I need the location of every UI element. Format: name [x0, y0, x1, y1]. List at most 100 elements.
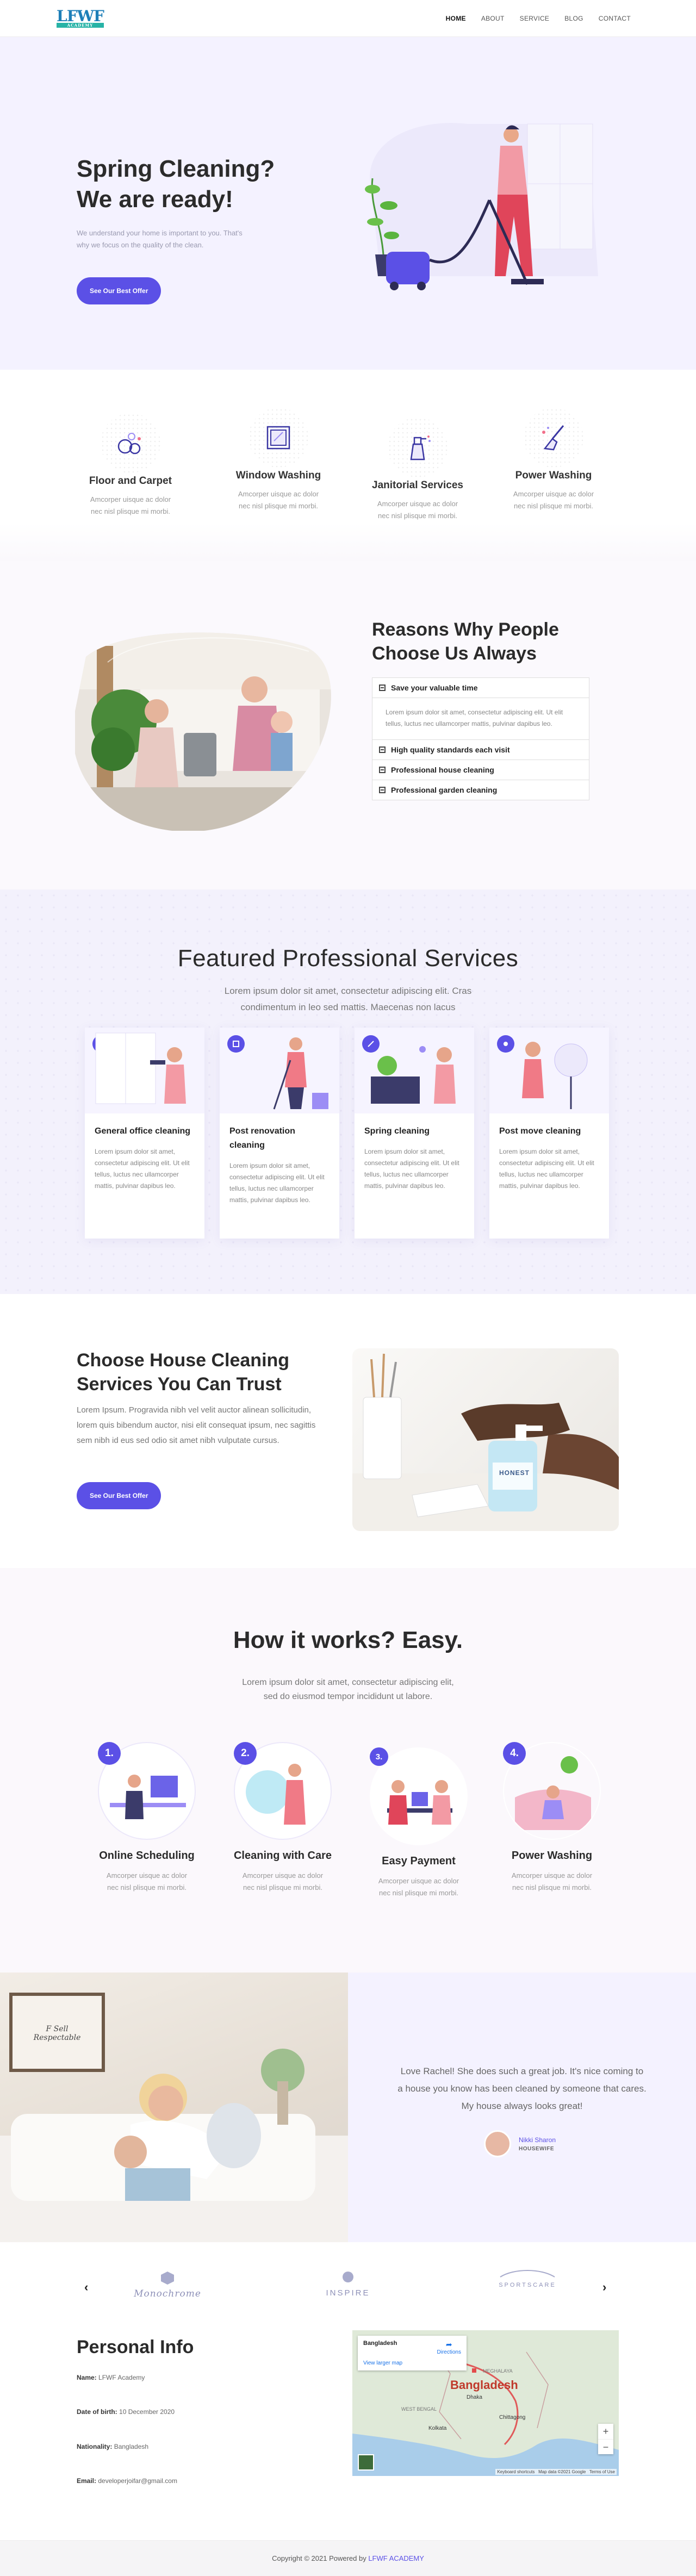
chevron-left-icon[interactable]: ‹ — [84, 2280, 88, 2294]
site-logo[interactable]: LFWF ACADEMY — [57, 9, 104, 28]
feature-card: Window Washing Amcorper uisque ac dolor … — [224, 408, 333, 512]
testimonial-photo: F Sell Respectable — [0, 1973, 348, 2242]
info-row: Name: LFWF Academy — [77, 2374, 145, 2381]
step-title: Cleaning with Care — [233, 1850, 332, 1862]
testimonial-section: F Sell Respectable Love Rachel! She does… — [0, 1973, 696, 2242]
service-card[interactable]: General office cleaning Lorem ipsum dolo… — [85, 1028, 204, 1239]
how-subtitle: Lorem ipsum dolor sit amet, consectetur … — [242, 1678, 454, 1701]
service-text: Lorem ipsum dolor sit amet, consectetur … — [364, 1148, 459, 1190]
broom-icon — [524, 408, 583, 468]
brands-section: ‹ Monochrome INSPIRE SPORTSCARE › — [0, 2242, 696, 2330]
step-number: 2. — [234, 1742, 257, 1765]
site-footer: Copyright © 2021 Powered by LFWF ACADEMY — [0, 2540, 696, 2576]
service-title: Post move cleaning — [499, 1127, 581, 1136]
services-subtitle: Lorem ipsum dolor sit amet, consectetur … — [224, 986, 472, 1012]
service-card[interactable]: Post move cleaning Lorem ipsum dolor sit… — [489, 1028, 609, 1239]
feature-card: Power Washing Amcorper uisque ac dolor n… — [499, 408, 608, 512]
how-step: 4. Power Washing Amcorper uisque ac dolo… — [489, 1742, 614, 1894]
map-city: Kolkata — [428, 2425, 447, 2431]
map-credits: Keyboard shortcuts Map data ©2021 Google… — [495, 2469, 617, 2475]
window-icon — [248, 408, 308, 468]
service-text: Lorem ipsum dolor sit amet, consectetur … — [499, 1148, 594, 1190]
hero-offer-button[interactable]: See Our Best Offer — [77, 277, 161, 304]
brand-name: INSPIRE — [326, 2288, 370, 2298]
accordion-header[interactable]: Professional house cleaning — [372, 760, 589, 780]
accordion-item[interactable]: Save your valuable time Lorem ipsum dolo… — [372, 677, 589, 740]
step-number: 4. — [503, 1742, 526, 1765]
nav-about[interactable]: ABOUT — [481, 15, 505, 22]
step-number: 1. — [98, 1742, 121, 1765]
feature-title: Power Washing — [515, 470, 592, 481]
testimonial-author: Nikki Sharon HOUSEWIFE — [484, 2130, 556, 2157]
author-role: HOUSEWIFE — [519, 2145, 555, 2152]
feature-card: Janitorial Services Amcorper uisque ac d… — [363, 418, 472, 522]
map-city: WEST BENGAL — [401, 2406, 437, 2412]
service-illustration — [85, 1028, 204, 1113]
map-directions[interactable]: ➦ Directions — [437, 2340, 461, 2355]
testimonial-quote: Love Rachel! She does such a great job. … — [397, 2066, 647, 2111]
accordion-header[interactable]: Professional garden cleaning — [372, 780, 589, 800]
how-section: How it works? Easy. Lorem ipsum dolor si… — [0, 1568, 696, 1973]
nav-blog[interactable]: BLOG — [564, 15, 583, 22]
service-illustration — [355, 1028, 474, 1113]
step-text: Amcorper uisque ac dolor nec nisl plisqu… — [378, 1877, 459, 1897]
reasons-section: Reasons Why People Choose Us Always Save… — [0, 561, 696, 889]
trust-section: Choose House Cleaning Services You Can T… — [0, 1294, 696, 1568]
zoom-in-button[interactable]: + — [598, 2424, 613, 2439]
service-card[interactable]: Post renovation cleaning Lorem ipsum dol… — [220, 1028, 339, 1239]
plus-square-icon — [379, 787, 386, 793]
service-illustration — [220, 1028, 339, 1113]
map-larger-link[interactable]: View larger map — [363, 2360, 402, 2366]
how-step: 3. Easy Payment Amcorper uisque ac dolor… — [356, 1747, 481, 1899]
features-section: Floor and Carpet Amcorper uisque ac dolo… — [0, 370, 696, 561]
map-city: Dhaka — [467, 2394, 482, 2400]
footer-link[interactable]: LFWF ACADEMY — [368, 2554, 424, 2562]
service-text: Lorem ipsum dolor sit amet, consectetur … — [95, 1148, 190, 1190]
accordion-item[interactable]: High quality standards each visit — [372, 739, 589, 760]
accordion-title: Professional house cleaning — [391, 766, 494, 774]
directions-icon: ➦ — [445, 2340, 452, 2349]
map-city: Chittagong — [499, 2415, 526, 2421]
plus-square-icon — [379, 767, 386, 773]
accordion-title: High quality standards each visit — [391, 745, 510, 754]
nav-home[interactable]: HOME — [446, 15, 466, 22]
hero-vacuum-illustration — [365, 123, 598, 290]
site-header: LFWF ACADEMY HOME ABOUT SERVICE BLOG CONT… — [0, 0, 696, 37]
accordion-header[interactable]: High quality standards each visit — [372, 740, 589, 760]
reasons-title: Reasons Why People Choose Us Always — [372, 619, 559, 664]
plus-square-icon — [379, 746, 386, 753]
avatar — [484, 2130, 511, 2157]
services-section: Featured Professional Services Lorem ips… — [0, 889, 696, 1294]
brand-logo: Monochrome — [124, 2270, 211, 2299]
nav-service[interactable]: SERVICE — [520, 15, 550, 22]
service-card[interactable]: Spring cleaning Lorem ipsum dolor sit am… — [355, 1028, 474, 1239]
copyright-text: Copyright © 2021 Powered by — [272, 2554, 369, 2562]
feature-title: Janitorial Services — [372, 480, 463, 491]
nav-contact[interactable]: CONTACT — [599, 15, 631, 22]
hero-section: Spring Cleaning? We are ready! We underst… — [0, 37, 696, 370]
step-text: Amcorper uisque ac dolor nec nisl plisqu… — [242, 1871, 324, 1891]
feature-text: Amcorper uisque ac dolor nec nisl plisqu… — [513, 490, 594, 510]
feature-text: Amcorper uisque ac dolor nec nisl plisqu… — [377, 500, 458, 520]
reasons-accordion: Save your valuable time Lorem ipsum dolo… — [372, 677, 589, 800]
accordion-header[interactable]: Save your valuable time — [372, 678, 589, 698]
brand-name: Monochrome — [134, 2288, 201, 2299]
accordion-title: Professional garden cleaning — [391, 786, 498, 794]
google-map[interactable]: Bangladesh ➦ Directions View larger map B… — [352, 2330, 619, 2476]
accordion-body: Lorem ipsum dolor sit amet, consectetur … — [372, 698, 589, 739]
map-city: MEGHALAYA — [483, 2368, 513, 2374]
trust-offer-button[interactable]: See Our Best Offer — [77, 1482, 161, 1509]
feature-title: Floor and Carpet — [89, 475, 172, 487]
main-nav: HOME ABOUT SERVICE BLOG CONTACT — [446, 15, 631, 22]
chevron-right-icon[interactable]: › — [602, 2280, 606, 2294]
trust-text: Lorem Ipsum. Progravida nibh vel velit a… — [77, 1405, 316, 1445]
feature-text: Amcorper uisque ac dolor nec nisl plisqu… — [238, 490, 319, 510]
zoom-out-button[interactable]: − — [598, 2439, 613, 2454]
family-photo — [75, 632, 331, 831]
cleaning-photo: HONEST — [352, 1348, 619, 1531]
accordion-item[interactable]: Professional garden cleaning — [372, 780, 589, 800]
service-illustration — [489, 1028, 609, 1113]
testimonial-panel: Love Rachel! She does such a great job. … — [348, 1973, 696, 2242]
accordion-item[interactable]: Professional house cleaning — [372, 760, 589, 780]
map-thumbnail[interactable] — [358, 2454, 374, 2471]
